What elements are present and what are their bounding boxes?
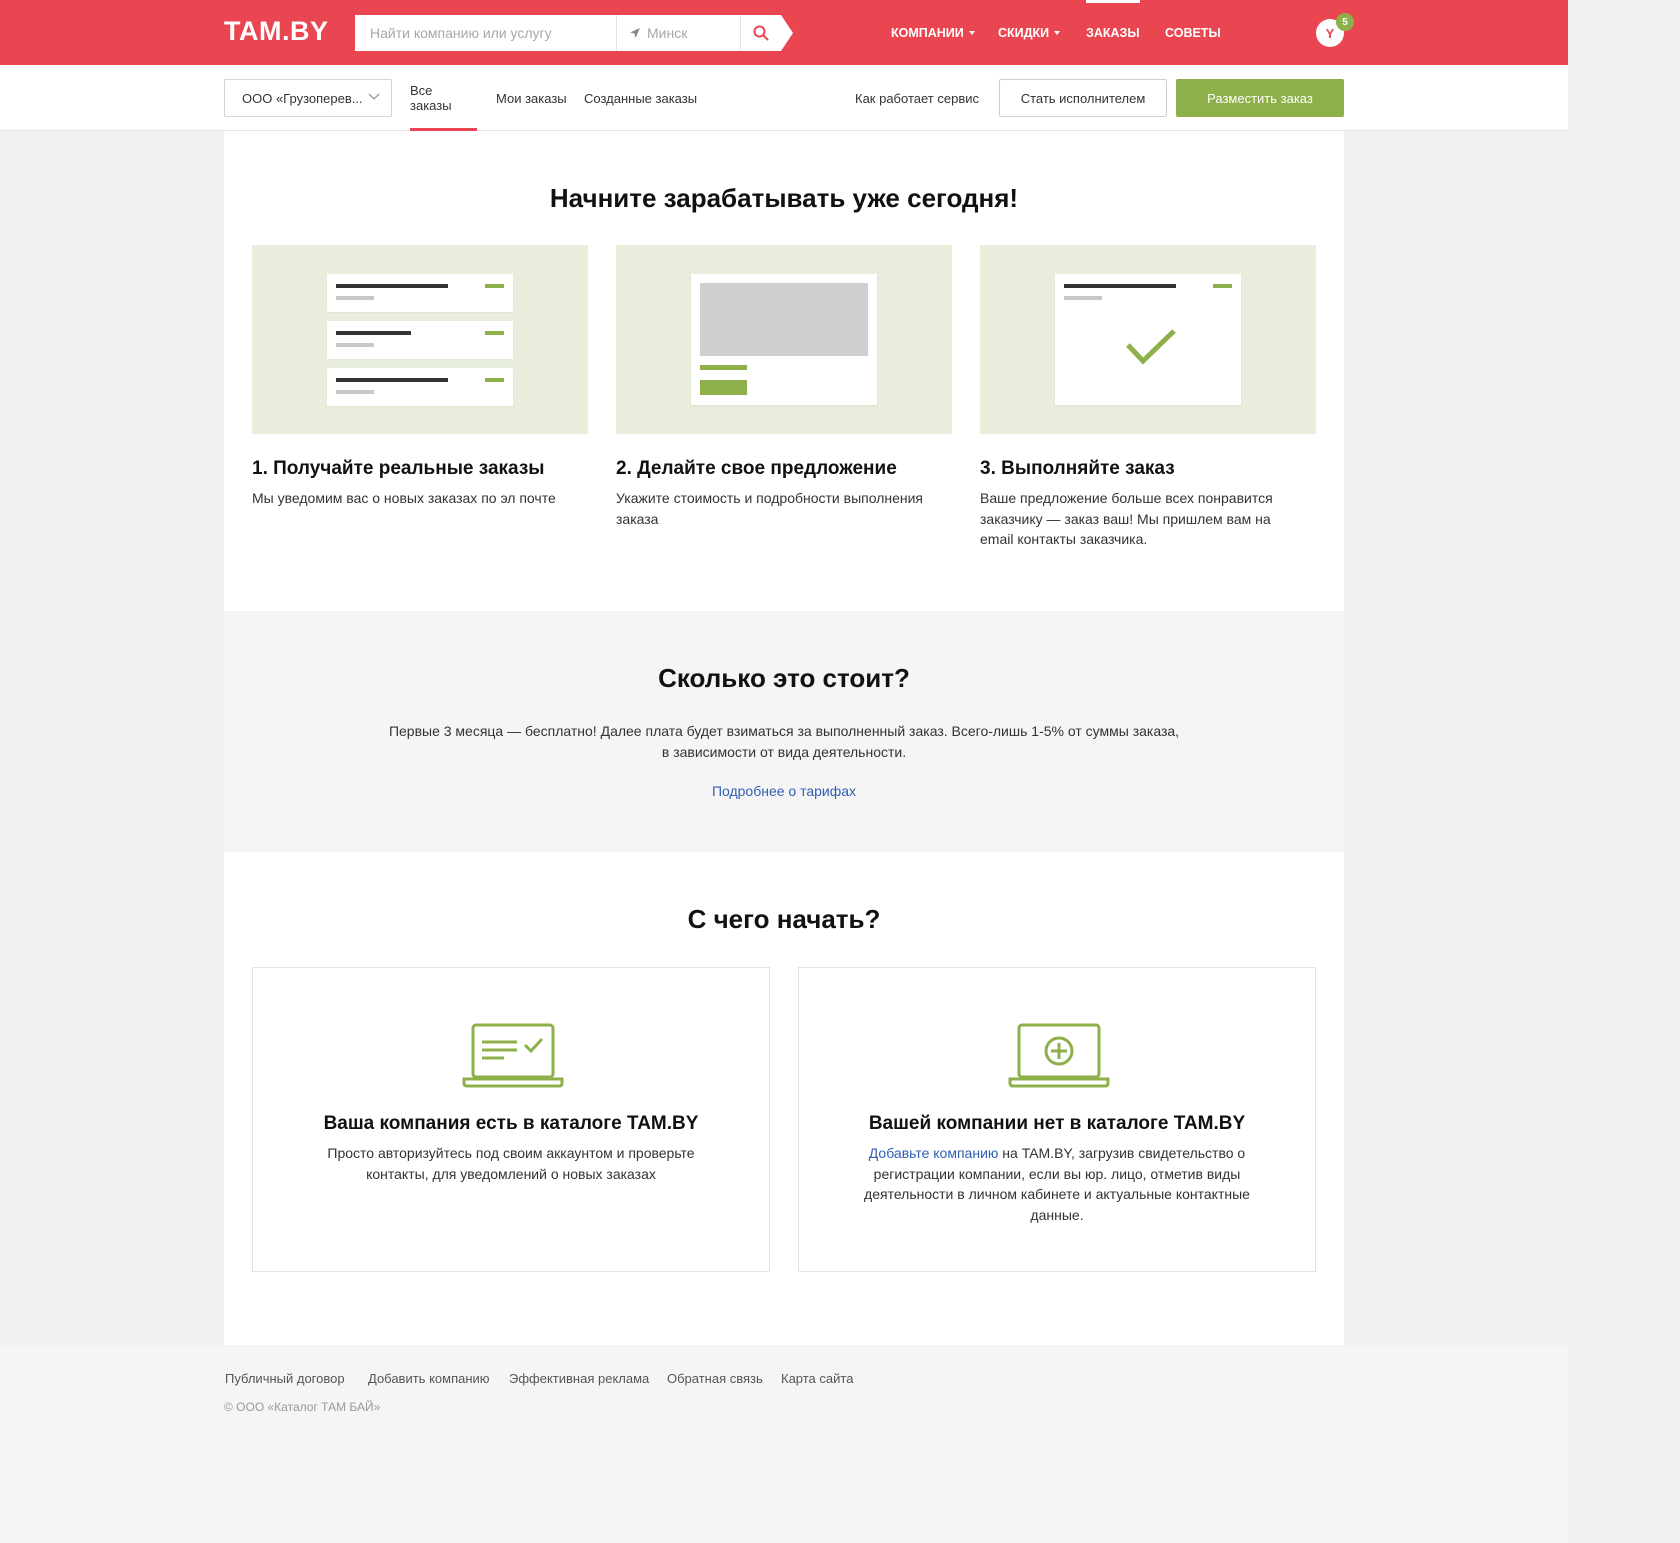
search-icon bbox=[753, 25, 769, 41]
illustration-bar bbox=[336, 390, 374, 394]
nav-orders[interactable]: ЗАКАЗЫ bbox=[1086, 0, 1140, 65]
search-button-arrow bbox=[781, 15, 793, 51]
illustration-bar bbox=[1064, 284, 1176, 288]
step-3-illustration bbox=[980, 245, 1316, 434]
place-order-button[interactable]: Разместить заказ bbox=[1176, 79, 1344, 117]
company-in-catalog-title: Ваша компания есть в каталоге TAM.BY bbox=[323, 1113, 699, 1134]
copyright-text: © ООО «Каталог ТАМ БАЙ» bbox=[224, 1400, 381, 1414]
become-executor-button[interactable]: Стать исполнителем bbox=[999, 79, 1167, 117]
footer-link-feedback[interactable]: Обратная связь bbox=[667, 1371, 763, 1386]
illustration-bar bbox=[336, 331, 411, 335]
nav-discounts[interactable]: СКИДКИ bbox=[998, 0, 1061, 65]
company-not-in-catalog-text: Добавьте компанию на TAM.BY, загрузив св… bbox=[849, 1143, 1265, 1225]
search-field[interactable] bbox=[355, 15, 617, 51]
sub-navigation: ООО «Грузоперев... Все заказы Мои заказы… bbox=[0, 65, 1568, 131]
notification-badge: 5 bbox=[1336, 13, 1354, 31]
company-dropdown[interactable]: ООО «Грузоперев... bbox=[224, 79, 392, 117]
illustration-button bbox=[700, 380, 747, 395]
search-input[interactable] bbox=[355, 15, 616, 51]
start-section: С чего начать? Ваша компания есть в ката… bbox=[224, 852, 1344, 1345]
company-dropdown-value: ООО «Грузоперев... bbox=[242, 90, 363, 106]
city-label: Минск bbox=[647, 25, 688, 41]
tab-created-orders-label: Созданные заказы bbox=[584, 90, 698, 106]
nav-orders-label: ЗАКАЗЫ bbox=[1086, 25, 1140, 40]
nav-tips[interactable]: СОВЕТЫ bbox=[1165, 0, 1221, 65]
footer-link-sitemap[interactable]: Карта сайта bbox=[781, 1371, 853, 1386]
order-row-illustration bbox=[327, 368, 513, 406]
nav-discounts-label: СКИДКИ bbox=[998, 25, 1050, 40]
intro-title: Начните зарабатывать уже сегодня! bbox=[549, 183, 1019, 213]
offer-illustration bbox=[691, 274, 877, 405]
page-footer: Публичный договор Добавить компанию Эффе… bbox=[0, 1345, 1568, 1543]
illustration-bar bbox=[336, 378, 448, 382]
illustration-bar bbox=[485, 331, 504, 335]
city-selector[interactable]: Минск bbox=[617, 15, 741, 51]
company-not-in-catalog-card[interactable]: Вашей компании нет в каталоге TAM.BY Доб… bbox=[798, 967, 1316, 1272]
pricing-details-link: Подробнее о тарифах bbox=[224, 783, 1344, 799]
checkmark-icon bbox=[1126, 329, 1176, 365]
caret-down-icon bbox=[1054, 30, 1061, 35]
laptop-check-icon bbox=[462, 1023, 564, 1088]
laptop-plus-icon bbox=[1008, 1023, 1110, 1088]
start-title: С чего начать? bbox=[687, 904, 881, 934]
site-logo[interactable]: TAM.BY bbox=[224, 16, 329, 47]
top-header: TAM.BY Минск КОМПАНИИ СКИДКИ ЗАКАЗЫ СОВЕ… bbox=[0, 0, 1568, 65]
footer-link-advertising[interactable]: Эффективная реклама bbox=[509, 1371, 649, 1386]
location-arrow-icon bbox=[630, 28, 640, 38]
illustration-bar bbox=[1064, 296, 1102, 300]
footer-link-add-company[interactable]: Добавить компанию bbox=[368, 1371, 490, 1386]
tab-all-orders[interactable]: Все заказы bbox=[410, 65, 477, 131]
caret-down-icon bbox=[968, 30, 975, 35]
order-row-illustration bbox=[327, 321, 513, 359]
step-1-title: 1. Получайте реальные заказы bbox=[252, 458, 545, 479]
intro-section: Начните зарабатывать уже сегодня! 1. Пол… bbox=[224, 131, 1344, 611]
illustration-bar bbox=[485, 284, 504, 288]
search-button[interactable] bbox=[741, 15, 781, 51]
nav-tips-label: СОВЕТЫ bbox=[1165, 25, 1221, 40]
tab-my-orders-label: Мои заказы bbox=[496, 90, 567, 106]
step-1-text: Мы уведомим вас о новых заказах по эл по… bbox=[252, 490, 556, 506]
company-in-catalog-text: Просто авторизуйтесь под своим аккаунтом… bbox=[327, 1145, 695, 1182]
step-1-illustration bbox=[252, 245, 588, 434]
order-row-illustration bbox=[327, 274, 513, 312]
step-2-illustration bbox=[616, 245, 952, 434]
company-in-catalog-card[interactable]: Ваша компания есть в каталоге TAM.BY Про… bbox=[252, 967, 770, 1272]
company-not-in-catalog-title: Вашей компании нет в каталоге TAM.BY bbox=[868, 1113, 1246, 1134]
illustration-bar bbox=[336, 296, 374, 300]
image-placeholder bbox=[700, 283, 868, 356]
tab-all-orders-label: Все заказы bbox=[410, 83, 452, 113]
nav-companies[interactable]: КОМПАНИИ bbox=[891, 0, 975, 65]
step-2-text: Укажите стоимость и подробности выполнен… bbox=[616, 490, 924, 527]
illustration-bar bbox=[336, 284, 448, 288]
tab-created-orders[interactable]: Созданные заказы bbox=[584, 65, 697, 131]
done-illustration bbox=[1055, 274, 1241, 405]
pricing-details-link-text[interactable]: Подробнее о тарифах bbox=[712, 783, 856, 799]
add-company-link[interactable]: Добавьте компанию bbox=[869, 1145, 999, 1161]
illustration-bar bbox=[1213, 284, 1232, 288]
nav-companies-label: КОМПАНИИ bbox=[891, 25, 964, 40]
pricing-title: Сколько это стоит? bbox=[658, 663, 910, 693]
step-2-title: 2. Делайте свое предложение bbox=[616, 458, 897, 479]
step-3-text: Ваше предложение больше всех понравится … bbox=[980, 490, 1273, 547]
tab-my-orders[interactable]: Мои заказы bbox=[496, 65, 567, 131]
illustration-bar bbox=[700, 365, 747, 370]
how-it-works-link[interactable]: Как работает сервис bbox=[855, 65, 979, 131]
step-3-title: 3. Выполняйте заказ bbox=[980, 458, 1175, 479]
illustration-bar bbox=[336, 343, 374, 347]
chevron-down-icon bbox=[368, 93, 380, 100]
illustration-bar bbox=[485, 378, 504, 382]
pricing-text: Первые 3 месяца — бесплатно! Далее плата… bbox=[388, 723, 1180, 760]
pricing-section: Сколько это стоит? Первые 3 месяца — бес… bbox=[224, 611, 1344, 852]
footer-link-public-contract[interactable]: Публичный договор bbox=[225, 1371, 345, 1386]
